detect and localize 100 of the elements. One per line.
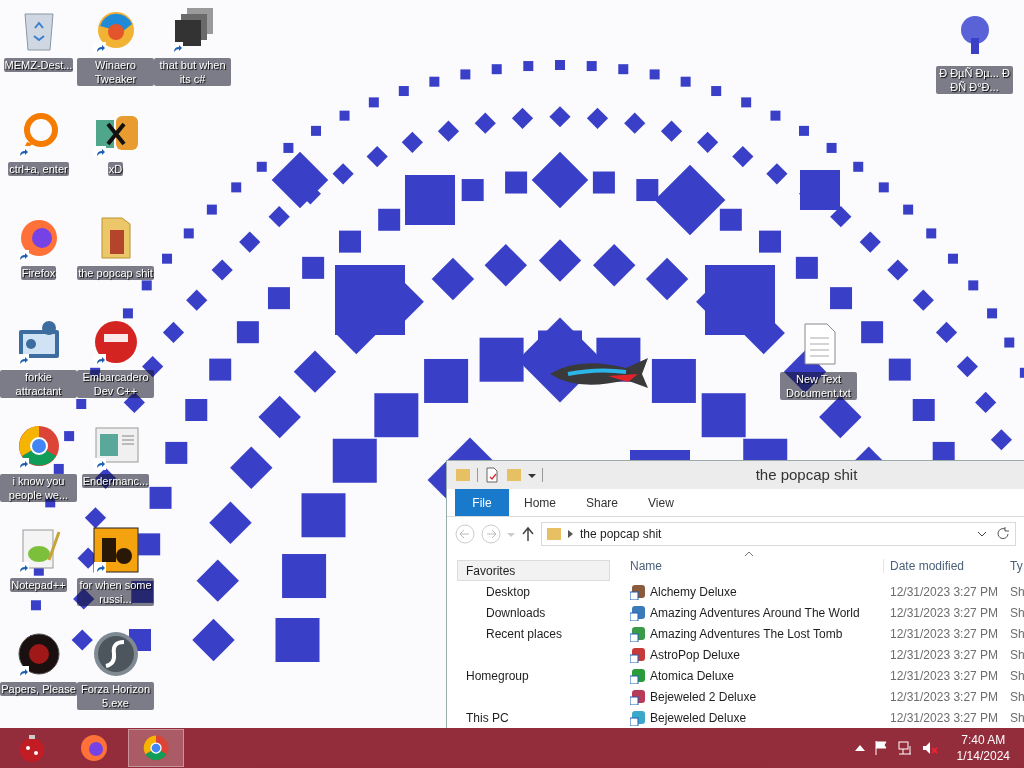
taskbar-button[interactable]	[128, 729, 184, 767]
sort-ascending-icon	[744, 551, 754, 557]
folder-icon	[546, 526, 562, 543]
dropdown-icon[interactable]	[977, 530, 987, 539]
chevron-icon	[568, 530, 574, 539]
wallpaper-tile	[759, 230, 781, 253]
navigation-item[interactable]: Homegroup	[457, 665, 610, 686]
ribbon-tab[interactable]: Home	[509, 488, 571, 517]
wallpaper-tile	[505, 171, 528, 194]
wallpaper-tile	[912, 399, 935, 421]
file-row[interactable]: Amazing Adventures The Lost Tomb 12/31/2023 3:27 PM Sh	[610, 623, 1024, 644]
file-row[interactable]: Alchemy Deluxe 12/31/2023 3:27 PM Sh	[610, 581, 1024, 602]
ribbon-tab[interactable]: View	[633, 488, 689, 517]
wallpaper-tile	[283, 142, 294, 153]
wallpaper-tile	[592, 171, 615, 194]
wallpaper-tile	[378, 208, 401, 231]
wallpaper-tile	[701, 393, 746, 438]
up-arrow-icon[interactable]	[521, 526, 535, 543]
wallpaper-tile	[398, 86, 409, 97]
navigation-item[interactable]: Recent places	[475, 623, 610, 644]
wallpaper-tile	[311, 125, 321, 136]
wallpaper-tile	[275, 618, 320, 662]
file-name: Bejeweled Deluxe	[650, 710, 747, 725]
file-type: Sh	[1010, 584, 1024, 599]
file-date: 12/31/2023 3:27 PM	[890, 689, 1000, 704]
wallpaper-tile	[301, 493, 346, 538]
file-name: AstroPop Deluxe	[650, 647, 741, 662]
desktop-icon-label: Forza Horizon 5.exe	[77, 682, 154, 710]
wallpaper-tile	[45, 497, 56, 508]
wallpaper-tile	[741, 97, 752, 108]
wallpaper-tile	[651, 358, 696, 403]
wallpaper-tile	[122, 308, 133, 319]
navigation-item[interactable]: Desktop	[475, 581, 610, 602]
wallpaper-tile	[267, 287, 290, 310]
file-date: 12/31/2023 3:27 PM	[890, 626, 1000, 641]
desktop-icon-label: forkie attractant	[0, 370, 77, 398]
chrome-icon	[141, 733, 171, 763]
desktop-icon-label: ctrl+a, enter	[8, 162, 69, 176]
file-date: 12/31/2023 3:27 PM	[890, 584, 1000, 599]
flash-orb-icon[interactable]	[91, 630, 140, 678]
address-text: the popcap shit	[580, 527, 663, 542]
file-date: 12/31/2023 3:27 PM	[890, 710, 1000, 725]
file-name: Bejeweled 2 Deluxe	[650, 689, 757, 704]
wallpaper-tile	[491, 64, 502, 75]
wallpaper-tile	[1004, 337, 1015, 348]
file-row[interactable]: Amazing Adventures Around The World 12/31/2023 3:27 PM Sh	[610, 602, 1024, 623]
navigation-item[interactable]: Downloads	[475, 602, 610, 623]
desktop-icon-label: i know you people we...	[0, 474, 77, 502]
clock-date: 1/14/2024	[956, 748, 1010, 764]
wallpaper-tile	[30, 600, 41, 611]
column-header[interactable]: Date modified	[883, 559, 1010, 573]
file-row[interactable]: Bejeweled Deluxe 12/31/2023 3:27 PM Sh	[610, 707, 1024, 728]
wallpaper-tile	[555, 60, 565, 70]
file-name: Atomica Deluxe	[650, 668, 735, 683]
show-hidden-icons-icon[interactable]	[854, 745, 865, 751]
navigation-item[interactable]: Favorites	[457, 560, 610, 581]
wallpaper-tile	[138, 533, 161, 556]
shortcut-icon	[630, 583, 646, 600]
wallpaper-tile	[968, 280, 979, 291]
wallpaper-tile	[861, 321, 884, 344]
fox-globe-icon	[79, 733, 109, 763]
file-type: Sh	[1010, 668, 1024, 683]
wallpaper-tile	[636, 179, 659, 202]
file-row[interactable]: AstroPop Deluxe 12/31/2023 3:27 PM Sh	[610, 644, 1024, 665]
wallpaper-tile	[799, 125, 809, 136]
wallpaper-tile	[800, 170, 840, 210]
wallpaper-tile	[64, 431, 75, 442]
file-type: Sh	[1010, 605, 1024, 620]
ribbon-tab[interactable]: File	[455, 488, 509, 517]
file-row[interactable]: Bejeweled 2 Deluxe 12/31/2023 3:27 PM Sh	[610, 686, 1024, 707]
file-name: Amazing Adventures The Lost Tomb	[650, 626, 843, 641]
window-title: the popcap shit	[754, 466, 859, 484]
column-header[interactable]: Ty	[1010, 559, 1024, 573]
wallpaper-tile	[878, 182, 889, 193]
desktop-icon-label: xD	[107, 162, 124, 176]
navigation-item[interactable]: This PC	[457, 707, 610, 728]
wallpaper-tile	[162, 253, 173, 264]
file-type: Sh	[1010, 626, 1024, 641]
desktop-icon-label: Papers, Please	[0, 682, 77, 696]
letter-tile-icon[interactable]	[91, 526, 140, 574]
wallpaper-tile	[719, 208, 742, 231]
address-bar[interactable]: the popcap shit	[541, 522, 1016, 547]
file-type: Sh	[1010, 689, 1024, 704]
file-row[interactable]: Atomica Deluxe 12/31/2023 3:27 PM Sh	[610, 665, 1024, 686]
volume-muted-icon[interactable]	[920, 740, 939, 756]
wallpaper-tile	[339, 230, 361, 253]
clock-time: 7:40 AM	[961, 732, 1006, 748]
wallpaper-tile	[888, 358, 911, 381]
shortcut-icon	[630, 688, 646, 705]
ribbon-tab[interactable]: Share	[571, 488, 634, 517]
wallpaper-tile	[649, 69, 660, 80]
wallpaper-tile	[282, 554, 327, 599]
desktop-icon-label: MEMZ-Dest...	[3, 58, 74, 72]
wallpaper-tile	[209, 358, 232, 381]
wallpaper-tile	[770, 110, 781, 121]
wallpaper-tile	[680, 76, 691, 87]
flag-icon[interactable]	[872, 740, 889, 756]
file-name: Alchemy Deluxe	[650, 584, 737, 599]
network-icon[interactable]	[896, 740, 913, 756]
wallpaper-tile	[236, 321, 259, 344]
